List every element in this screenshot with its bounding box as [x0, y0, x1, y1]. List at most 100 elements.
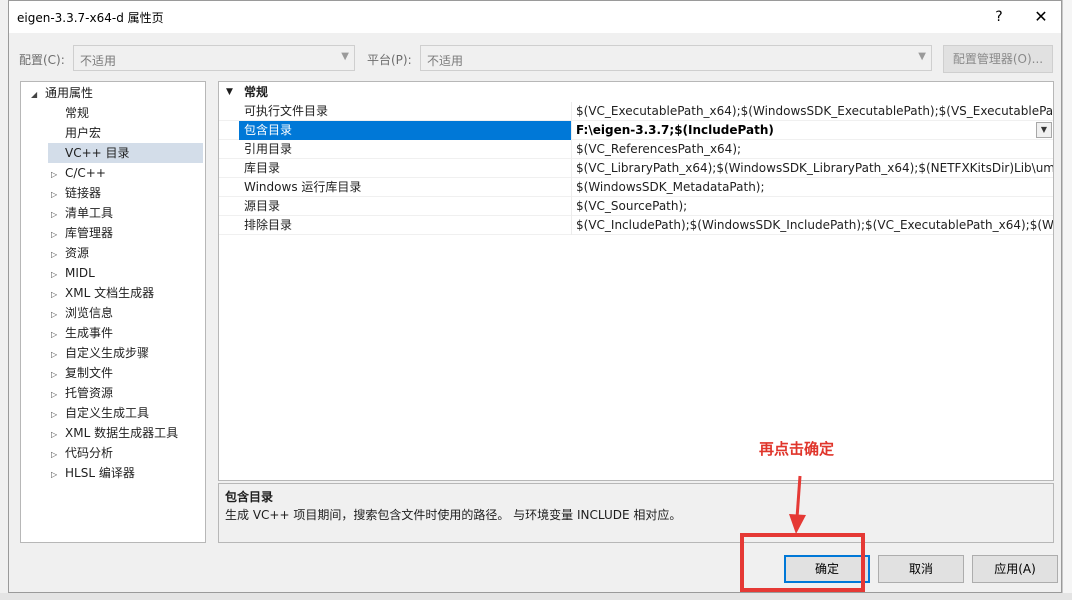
- expand-triangle-icon[interactable]: ▷: [51, 225, 65, 245]
- expanded-triangle-icon[interactable]: ◢: [31, 85, 45, 105]
- tree-item-label: XML 数据生成器工具: [65, 426, 179, 440]
- property-value[interactable]: $(VC_ExecutablePath_x64);$(WindowsSDK_Ex…: [571, 102, 1053, 121]
- expand-triangle-icon[interactable]: ▷: [51, 345, 65, 365]
- tree-item-common-properties[interactable]: ◢ 通用属性: [31, 83, 93, 103]
- tree-item-collapsed[interactable]: ▷ 资源: [51, 243, 89, 263]
- tree-item-collapsed[interactable]: ▷ 浏览信息: [51, 303, 113, 323]
- help-button[interactable]: ?: [983, 5, 1015, 29]
- property-name[interactable]: 排除目录: [239, 216, 571, 235]
- expand-triangle-icon[interactable]: ▷: [51, 265, 65, 285]
- property-name[interactable]: 引用目录: [239, 140, 571, 159]
- cancel-button[interactable]: 取消: [878, 555, 964, 583]
- chevron-down-icon: ▼: [341, 51, 349, 62]
- property-value[interactable]: F:\eigen-3.3.7;$(IncludePath): [571, 121, 1053, 140]
- tree-item-label: XML 文档生成器: [65, 286, 155, 300]
- expand-triangle-icon[interactable]: ▷: [51, 365, 65, 385]
- tree-item-collapsed[interactable]: ▷ 清单工具: [51, 203, 113, 223]
- tree-item-label: 库管理器: [65, 226, 114, 240]
- description-text: 生成 VC++ 项目期间，搜索包含文件时使用的路径。 与环境变量 INCLUDE…: [225, 508, 682, 522]
- property-row[interactable]: 源目录 $(VC_SourcePath);: [219, 197, 1053, 216]
- chevron-down-icon: ▼: [918, 51, 926, 62]
- platform-value: 不适用: [427, 54, 464, 68]
- expand-triangle-icon[interactable]: ▷: [51, 245, 65, 265]
- configuration-manager-button: 配置管理器(O)...: [943, 45, 1053, 73]
- annotation-arrow-icon: [789, 475, 806, 534]
- platform-select: 不适用 ▼: [420, 45, 932, 71]
- title-bar: eigen-3.3.7-x64-d 属性页 ? ✕: [9, 1, 1061, 33]
- property-name[interactable]: 源目录: [239, 197, 571, 216]
- dropdown-chevron-icon[interactable]: ▼: [1036, 122, 1052, 138]
- grid-category-header[interactable]: ▼ 常规: [219, 82, 1053, 102]
- expand-triangle-icon[interactable]: ▷: [51, 205, 65, 225]
- apply-button[interactable]: 应用(A): [972, 555, 1058, 583]
- expand-triangle-icon[interactable]: ▷: [51, 285, 65, 305]
- tree-item-label: C/C++: [65, 166, 106, 180]
- tree-item-label: 链接器: [65, 186, 102, 200]
- tree-item-collapsed[interactable]: ▷ MIDL: [51, 263, 95, 283]
- property-name[interactable]: 可执行文件目录: [239, 102, 571, 121]
- configuration-select: 不适用 ▼: [73, 45, 355, 71]
- tree-item-label: 自定义生成步骤: [65, 346, 150, 360]
- property-row[interactable]: 库目录 $(VC_LibraryPath_x64);$(WindowsSDK_Li…: [219, 159, 1053, 178]
- tree-item-collapsed[interactable]: ▷ XML 文档生成器: [51, 283, 154, 303]
- tree-item-collapsed[interactable]: ▷ 自定义生成步骤: [51, 343, 149, 363]
- tree-item-collapsed[interactable]: ▷ 代码分析: [51, 443, 113, 463]
- tree-item-label: 自定义生成工具: [65, 406, 150, 420]
- tree-item-label: HLSL 编译器: [65, 466, 135, 480]
- property-value[interactable]: $(VC_LibraryPath_x64);$(WindowsSDK_Libra…: [571, 159, 1053, 178]
- description-panel: 包含目录 生成 VC++ 项目期间，搜索包含文件时使用的路径。 与环境变量 IN…: [218, 483, 1054, 543]
- tree-item-label: 代码分析: [65, 446, 114, 460]
- tree-item-label: 资源: [65, 246, 90, 260]
- tree-item-label: 浏览信息: [65, 306, 114, 320]
- tree-item-collapsed[interactable]: ▷ 库管理器: [51, 223, 113, 243]
- window-title: eigen-3.3.7-x64-d 属性页: [17, 11, 164, 25]
- property-value[interactable]: $(VC_SourcePath);: [571, 197, 1053, 216]
- property-grid: ▼ 常规 可执行文件目录 $(VC_ExecutablePath_x64);$(W…: [218, 81, 1054, 481]
- expand-triangle-icon[interactable]: ▷: [51, 165, 65, 185]
- property-row[interactable]: Windows 运行库目录 $(WindowsSDK_MetadataPath);: [219, 178, 1053, 197]
- expand-triangle-icon[interactable]: ▷: [51, 185, 65, 205]
- expand-triangle-icon[interactable]: ▷: [51, 405, 65, 425]
- expand-triangle-icon[interactable]: ▷: [51, 325, 65, 345]
- property-row[interactable]: 包含目录 F:\eigen-3.3.7;$(IncludePath) ▼: [219, 121, 1053, 140]
- property-tree[interactable]: ◢ 通用属性 常规 用户宏 VC++ 目录 ▷ C/C++ ▷ 链接器 ▷ 清单工具 ▷ 库管理…: [20, 81, 206, 543]
- tree-item-collapsed[interactable]: ▷ 自定义生成工具: [51, 403, 149, 423]
- annotation-highlight-box: [740, 533, 865, 592]
- property-pages-dialog: eigen-3.3.7-x64-d 属性页 ? ✕ 配置(C): 不适用 ▼ 平…: [8, 0, 1062, 593]
- configuration-label: 配置(C):: [19, 53, 65, 67]
- tree-item-general[interactable]: 常规: [65, 103, 89, 123]
- expand-triangle-icon[interactable]: ▷: [51, 385, 65, 405]
- expand-triangle-icon[interactable]: ▷: [51, 425, 65, 445]
- tree-item-collapsed[interactable]: ▷ 托管资源: [51, 383, 113, 403]
- tree-item-label: 托管资源: [65, 386, 114, 400]
- tree-item-label: MIDL: [65, 266, 95, 280]
- background-window-edge-right: [1062, 0, 1072, 600]
- tree-item-user-macros[interactable]: 用户宏: [65, 123, 101, 143]
- background-window-edge-bottom: [0, 593, 1072, 600]
- property-value[interactable]: $(VC_ReferencesPath_x64);: [571, 140, 1053, 159]
- tree-item-label: 复制文件: [65, 366, 114, 380]
- expand-triangle-icon[interactable]: ▷: [51, 465, 65, 485]
- tree-item-label: 生成事件: [65, 326, 114, 340]
- property-name[interactable]: Windows 运行库目录: [239, 178, 571, 197]
- property-name[interactable]: 包含目录: [239, 121, 571, 140]
- tree-item-collapsed[interactable]: ▷ 复制文件: [51, 363, 113, 383]
- property-row[interactable]: 引用目录 $(VC_ReferencesPath_x64);: [219, 140, 1053, 159]
- property-row[interactable]: 可执行文件目录 $(VC_ExecutablePath_x64);$(Window…: [219, 102, 1053, 121]
- tree-item-collapsed[interactable]: ▷ 生成事件: [51, 323, 113, 343]
- tree-item-collapsed[interactable]: ▷ HLSL 编译器: [51, 463, 135, 483]
- tree-item-vc-directories[interactable]: VC++ 目录: [48, 143, 203, 163]
- tree-item-collapsed[interactable]: ▷ C/C++: [51, 163, 106, 183]
- collapse-chevron-icon[interactable]: ▼: [226, 82, 233, 102]
- property-row[interactable]: 排除目录 $(VC_IncludePath);$(WindowsSDK_Inclu…: [219, 216, 1053, 235]
- platform-label: 平台(P):: [367, 53, 412, 67]
- tree-item-label: 清单工具: [65, 206, 114, 220]
- property-name[interactable]: 库目录: [239, 159, 571, 178]
- close-button[interactable]: ✕: [1025, 5, 1057, 29]
- expand-triangle-icon[interactable]: ▷: [51, 445, 65, 465]
- tree-item-collapsed[interactable]: ▷ XML 数据生成器工具: [51, 423, 178, 443]
- expand-triangle-icon[interactable]: ▷: [51, 305, 65, 325]
- property-value[interactable]: $(WindowsSDK_MetadataPath);: [571, 178, 1053, 197]
- tree-item-collapsed[interactable]: ▷ 链接器: [51, 183, 101, 203]
- property-value[interactable]: $(VC_IncludePath);$(WindowsSDK_IncludePa…: [571, 216, 1053, 235]
